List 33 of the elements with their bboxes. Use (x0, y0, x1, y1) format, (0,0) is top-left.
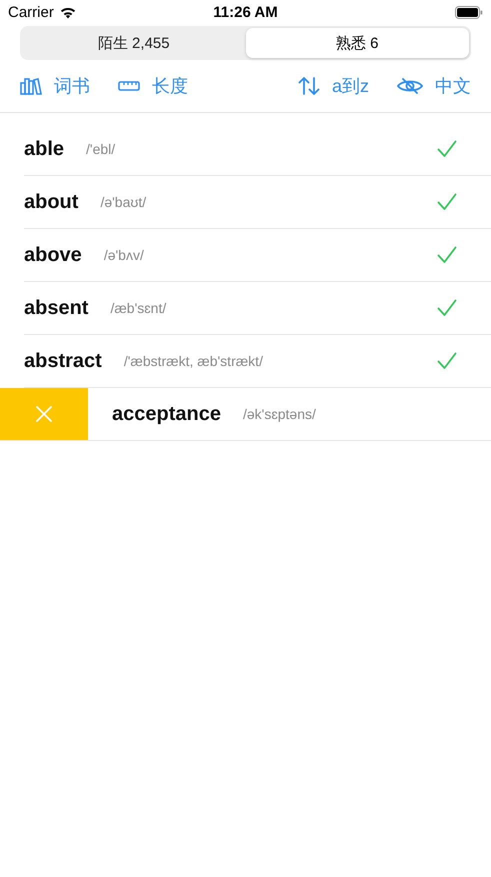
phonetic-text: /'ebl/ (86, 141, 116, 157)
segment-tab[interactable]: 陌生 2,455 (22, 28, 246, 58)
checkmark-icon (437, 299, 457, 317)
status-time: 11:26 AM (213, 4, 278, 20)
phonetic-text: /ək'sɛptəns/ (242, 406, 316, 422)
word-text: absent (24, 296, 88, 320)
phonetic-text: /ə'baʊt/ (100, 194, 146, 210)
carrier-name: Carrier (8, 4, 54, 20)
word-text: about (24, 190, 78, 214)
checkmark-icon (437, 140, 457, 158)
phonetic-text: /æb'sɛnt/ (110, 300, 166, 316)
toolbar-button[interactable]: 词书 (20, 74, 90, 98)
checkmark-icon (437, 352, 457, 370)
close-icon (35, 405, 53, 423)
toolbar-button[interactable]: a到z (298, 74, 369, 98)
books-icon (20, 77, 42, 95)
word-text: above (24, 244, 82, 266)
wifi-icon (58, 6, 77, 18)
toolbar-button[interactable]: 中文 (397, 74, 471, 98)
checkmark-icon (437, 246, 457, 264)
segment-tab[interactable]: 熟悉 6 (246, 28, 469, 58)
toolbar-button[interactable]: 长度 (118, 74, 188, 98)
word-text: acceptance (112, 402, 221, 426)
word-text: abstract (24, 350, 102, 372)
ruler-icon (118, 81, 140, 91)
word-text: able (24, 138, 64, 160)
battery-icon (455, 6, 483, 18)
eye-hidden-icon (397, 78, 423, 94)
remove-action-button[interactable] (0, 388, 88, 440)
sort-icon (298, 77, 320, 95)
checkmark-icon (437, 193, 457, 211)
phonetic-text: /ə'bʌv/ (104, 247, 144, 263)
phonetic-text: /'æbstrækt, æb'strækt/ (124, 353, 263, 369)
